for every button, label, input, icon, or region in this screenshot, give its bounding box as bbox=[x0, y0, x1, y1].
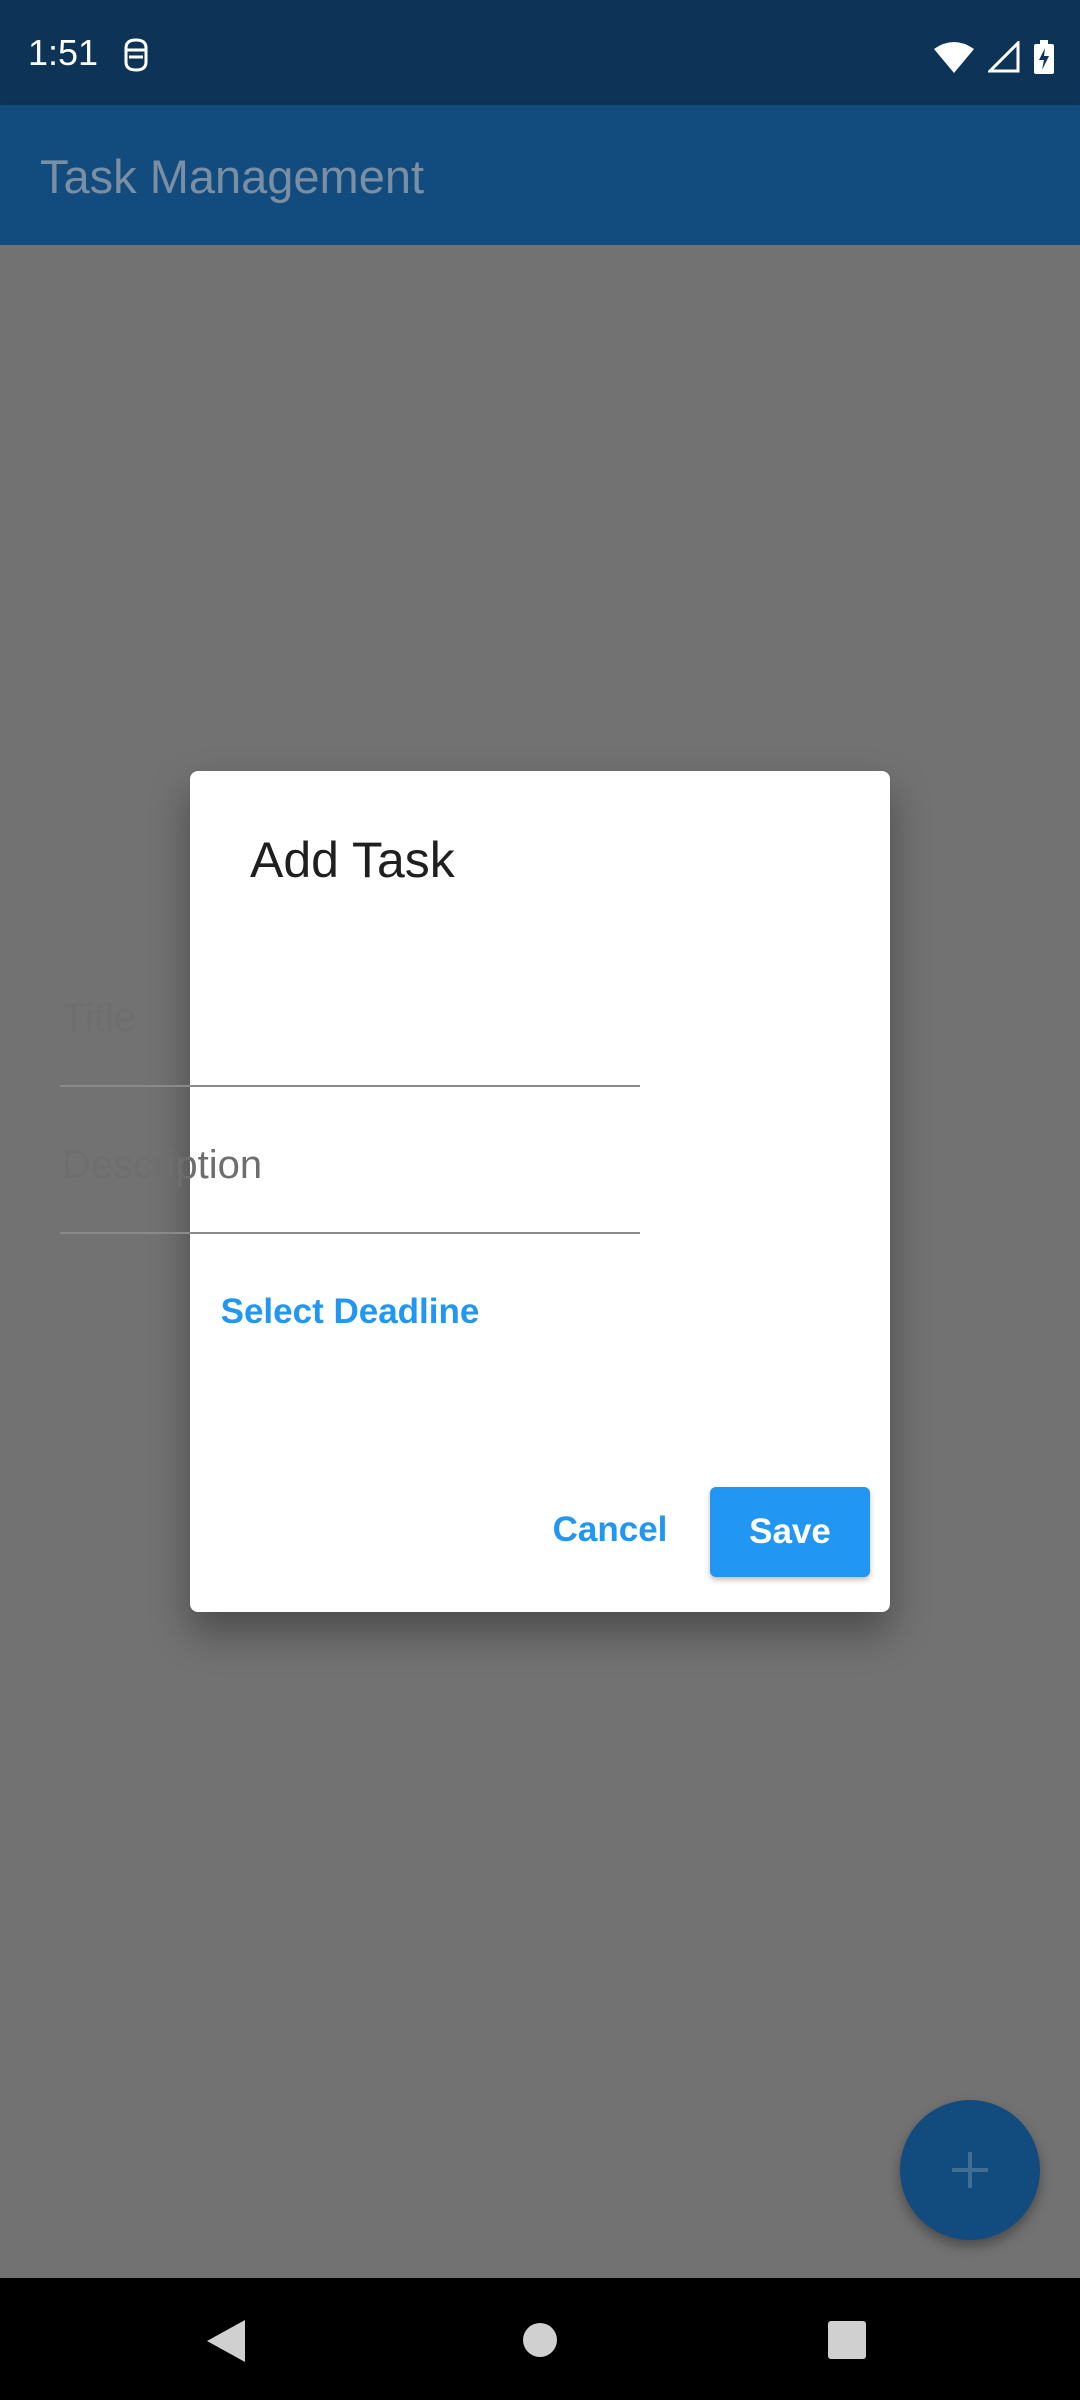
description-input[interactable] bbox=[60, 1142, 644, 1189]
status-bar: 1:51 bbox=[0, 0, 1080, 105]
add-task-fab[interactable] bbox=[900, 2100, 1040, 2240]
title-field[interactable] bbox=[60, 975, 644, 1087]
app-title: Task Management bbox=[40, 150, 425, 203]
status-icons bbox=[934, 40, 1054, 74]
back-icon[interactable] bbox=[205, 2318, 247, 2364]
title-input[interactable] bbox=[60, 995, 644, 1042]
notification-icon bbox=[124, 38, 148, 72]
battery-icon bbox=[1034, 40, 1054, 74]
app-bar: Task Management bbox=[0, 105, 1080, 245]
cancel-button[interactable]: Cancel bbox=[530, 1498, 690, 1562]
dialog-title: Add Task bbox=[250, 832, 455, 888]
signal-icon bbox=[988, 41, 1020, 73]
plus-icon bbox=[952, 2152, 988, 2188]
select-deadline-button[interactable]: Select Deadline bbox=[60, 1280, 640, 1344]
home-icon[interactable] bbox=[520, 2318, 560, 2362]
status-time: 1:51 bbox=[28, 32, 99, 73]
save-button[interactable]: Save bbox=[710, 1487, 870, 1577]
recents-icon[interactable] bbox=[826, 2318, 868, 2362]
description-field[interactable] bbox=[60, 1122, 644, 1234]
wifi-icon bbox=[934, 42, 974, 73]
